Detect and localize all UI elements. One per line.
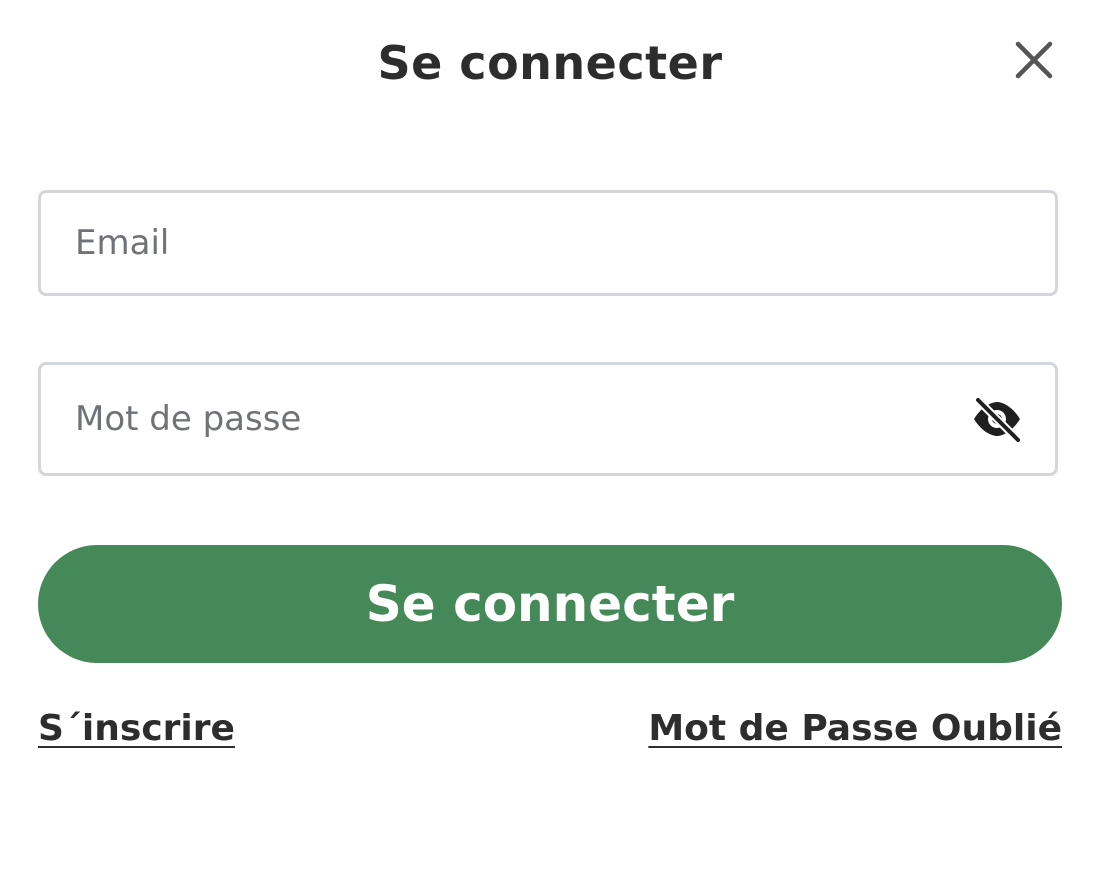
modal-title: Se connecter xyxy=(377,36,723,90)
login-submit-button[interactable]: Se connecter xyxy=(38,545,1062,663)
toggle-password-visibility-button[interactable] xyxy=(969,395,1025,443)
close-button[interactable] xyxy=(1008,34,1060,86)
close-icon xyxy=(1015,41,1053,79)
eye-slash-icon xyxy=(974,396,1022,442)
email-field[interactable] xyxy=(75,193,935,293)
forgot-password-link[interactable]: Mot de Passe Oublié xyxy=(648,703,1062,755)
email-field-wrapper xyxy=(38,190,1058,296)
password-field-wrapper xyxy=(38,362,1058,476)
login-modal: Se connecter Se connecter S´inscrire Mot… xyxy=(0,0,1100,891)
password-field[interactable] xyxy=(75,365,935,473)
signup-link[interactable]: S´inscrire xyxy=(38,703,235,755)
